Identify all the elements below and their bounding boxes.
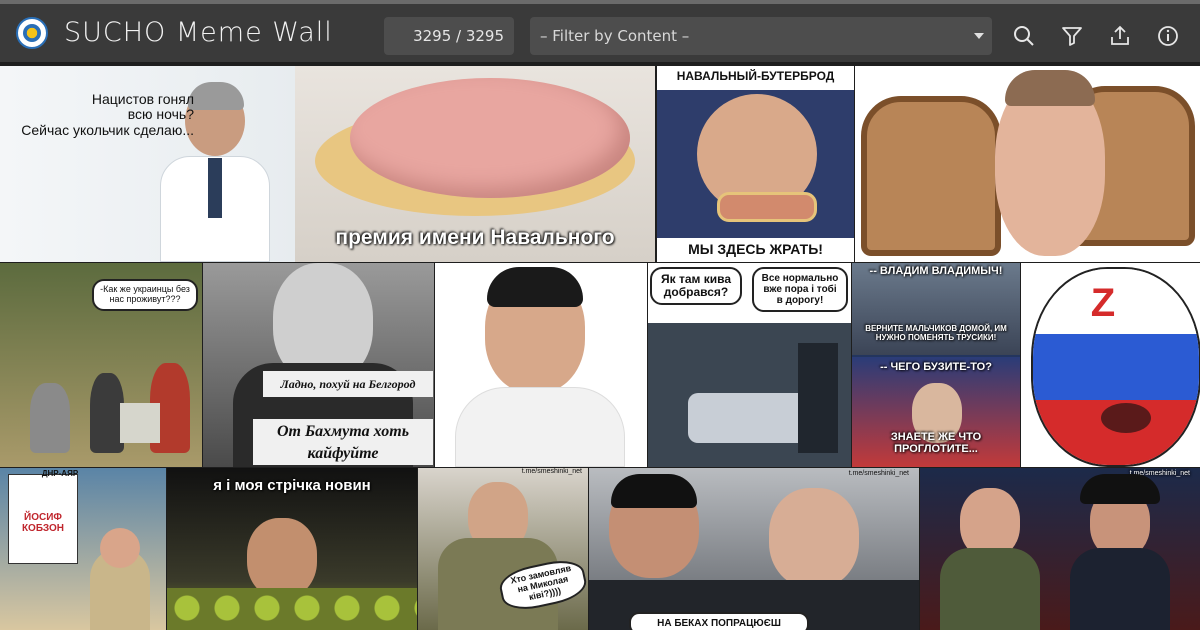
filter-placeholder: – Filter by Content – — [540, 27, 690, 45]
sucho-logo[interactable] — [16, 17, 48, 49]
meme-tile-vladimir[interactable]: -- ВЛАДИМ ВЛАДИМЫЧ! ВЕРНИТЕ МАЛЬЧИКОВ ДО… — [852, 263, 1020, 467]
meme-caption-middle: ВЕРНИТЕ МАЛЬЧИКОВ ДОМОЙ, ИМ НУЖНО ПОМЕНЯ… — [865, 324, 1007, 342]
meme-tile-bekah[interactable]: t.me/smeshinki_net НА БЕКАХ ПОПРАЦЮЄШ — [589, 468, 919, 630]
meme-caption-line2: От Бахмута хоть кайфуйте — [253, 419, 433, 465]
meme-tile-portrait[interactable] — [435, 263, 647, 467]
meme-caption-answer: ЗНАЕТЕ ЖЕ ЧТО ПРОГЛОТИТЕ... — [890, 431, 982, 456]
speech-bubble-right: Все нормально вже пора і тобі в дорогу! — [752, 267, 848, 312]
speech-bubble: -Как же украинцы без нас проживут??? — [92, 279, 198, 311]
meme-caption-top: -- ВЛАДИМ ВЛАДИМЫЧ! — [869, 265, 1003, 277]
speech-bubble: НА БЕКАХ ПОПРАЦЮЄШ — [629, 612, 809, 630]
speech-bubble-left: Як там кива добрався? — [650, 267, 742, 306]
poster-title: ЙОСИФ КОБЗОН — [21, 512, 65, 534]
watermark: t.me/smeshinki_net — [521, 468, 582, 475]
meme-tile-singers[interactable]: t.me/smeshinki_net — [920, 468, 1200, 630]
meme-tile-zaluzhny[interactable]: t.me/smeshinki_net Хто замовляв на Микол… — [418, 468, 588, 630]
filter-icon[interactable] — [1060, 24, 1084, 48]
meme-caption-question: -- ЧЕГО БУЗИТЕ-ТО? — [880, 361, 992, 373]
share-icon[interactable] — [1108, 24, 1132, 48]
meme-tile-kyiv[interactable]: Як там кива добрався? Все нормально вже … — [648, 263, 851, 467]
content-filter-select[interactable]: – Filter by Content – — [530, 17, 992, 55]
meme-tile-bread-face[interactable] — [855, 66, 1200, 262]
meme-top-caption: НАВАЛЬНЫЙ-БУТЕРБРОД — [676, 69, 835, 83]
meme-tile-kitchen[interactable]: -Как же украинцы без нас проживут??? — [0, 263, 202, 467]
meme-caption-line1: Ладно, похуй на Белгород — [263, 371, 433, 397]
top-bar: SUCHO Meme Wall 3295 / 3295 – Filter by … — [0, 0, 1200, 62]
z-symbol: Z — [1090, 281, 1116, 325]
watermark: t.me/smeshinki_net — [848, 470, 909, 477]
meme-tile-kobzon[interactable]: ДНР-АЯР ЙОСИФ КОБЗОН — [0, 468, 166, 630]
meme-tile-putin[interactable]: Ладно, похуй на Белгород От Бахмута хоть… — [203, 263, 434, 467]
meme-tile-scarface[interactable]: я і моя стрічка новин — [167, 468, 417, 630]
meme-wall: Нацистов гонял всю ночь? Сейчас укольчик… — [0, 62, 1200, 630]
search-icon[interactable] — [1012, 24, 1036, 48]
meme-counter: 3295 / 3295 — [384, 17, 514, 55]
meme-tile-doctor[interactable]: Нацистов гонял всю ночь? Сейчас укольчик… — [0, 66, 295, 262]
poster-tag: ДНР-АЯР — [41, 469, 79, 478]
meme-tile-sausage[interactable]: премия имени Навального — [295, 66, 655, 262]
meme-caption: я і моя стрічка новин — [213, 477, 371, 494]
meme-tile-navalny-sandwich[interactable]: НАВАЛЬНЫЙ-БУТЕРБРОД МЫ ЗДЕСЬ ЖРАТЬ! — [657, 66, 854, 262]
meme-bottom-caption: МЫ ЗДЕСЬ ЖРАТЬ! — [688, 241, 823, 257]
app-title: SUCHO Meme Wall — [64, 17, 333, 48]
meme-caption: Нацистов гонял всю ночь? Сейчас укольчик… — [21, 91, 194, 138]
meme-caption: премия имени Навального — [335, 226, 615, 249]
info-icon[interactable] — [1156, 24, 1180, 48]
chevron-down-icon — [974, 33, 984, 39]
meme-tile-soyjak[interactable]: Z — [1021, 263, 1200, 467]
logo-emblem — [23, 24, 41, 42]
